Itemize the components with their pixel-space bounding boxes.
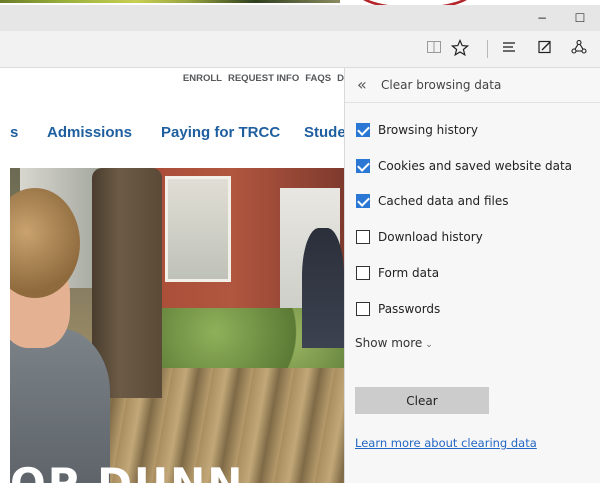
share-icon[interactable] [569, 39, 589, 59]
option-cookies[interactable]: Cookies and saved website data [356, 158, 586, 176]
web-note-icon[interactable] [535, 39, 555, 59]
background-image-sliver [0, 0, 340, 3]
checkbox-cached-data[interactable] [356, 194, 370, 208]
nav-item-paying-for-trcc[interactable]: Paying for TRCC [161, 124, 280, 141]
show-more-label: Show more [355, 336, 423, 350]
enroll-link[interactable]: ENROLL [183, 73, 222, 84]
hero-student [10, 168, 120, 483]
checkbox-browsing-history[interactable] [356, 123, 370, 137]
option-label: Download history [378, 230, 483, 244]
option-cached-data[interactable]: Cached data and files [356, 193, 586, 211]
option-label: Form data [378, 266, 440, 280]
clear-button[interactable]: Clear [355, 387, 489, 414]
option-label: Cached data and files [378, 194, 509, 208]
hero-student-hair [10, 188, 80, 298]
browser-toolbar [0, 31, 600, 68]
option-label: Cookies and saved website data [378, 159, 573, 173]
checkbox-download-history[interactable] [356, 230, 370, 244]
reading-view-icon[interactable] [424, 39, 444, 59]
chevron-down-icon: ⌄ [425, 340, 433, 350]
panel-title: Clear browsing data [381, 78, 502, 92]
utility-links: ENROLL REQUEST INFO FAQS D [0, 73, 344, 84]
maximize-icon[interactable]: ☐ [570, 10, 590, 26]
favorites-star-icon[interactable] [450, 38, 470, 59]
back-chevron-icon[interactable]: « [357, 75, 367, 94]
main-nav: s Admissions Paying for TRCC Stude [0, 124, 344, 148]
nav-item-partial[interactable]: s [10, 124, 18, 141]
request-info-link[interactable]: REQUEST INFO [228, 73, 299, 84]
faqs-link[interactable]: FAQS [305, 73, 331, 84]
toolbar-separator [487, 40, 488, 58]
nav-item-students[interactable]: Stude [304, 124, 344, 141]
hub-icon[interactable] [499, 39, 519, 59]
option-form-data[interactable]: Form data [356, 265, 586, 283]
option-label: Passwords [378, 302, 441, 316]
nav-item-admissions[interactable]: Admissions [47, 124, 132, 141]
browser-titlebar: − ☐ [0, 5, 600, 31]
panel-header: « Clear browsing data [345, 68, 600, 103]
option-browsing-history[interactable]: Browsing history [356, 122, 586, 140]
clear-browsing-data-panel: « Clear browsing data Browsing history C… [344, 68, 600, 483]
hero-image: OP DUNN [10, 168, 344, 483]
learn-more-link[interactable]: Learn more about clearing data [355, 436, 537, 450]
checkbox-cookies[interactable] [356, 159, 370, 173]
web-page-content: ENROLL REQUEST INFO FAQS D s Admissions Pay… [0, 68, 344, 483]
checkbox-form-data[interactable] [356, 266, 370, 280]
hero-headline: OP DUNN [10, 459, 344, 483]
hero-seated-person [302, 228, 344, 348]
hero-window [165, 176, 231, 282]
screenshot-frame: − ☐ ENROLL REQUEST INFO FAQS D s Admissions… [0, 0, 600, 483]
checkbox-passwords[interactable] [356, 302, 370, 316]
show-more-toggle[interactable]: Show more ⌄ [355, 336, 433, 350]
option-download-history[interactable]: Download history [356, 229, 586, 247]
minimize-icon[interactable]: − [532, 10, 552, 26]
option-label: Browsing history [378, 123, 478, 137]
option-passwords[interactable]: Passwords [356, 301, 586, 319]
directory-link[interactable]: D [337, 73, 344, 84]
